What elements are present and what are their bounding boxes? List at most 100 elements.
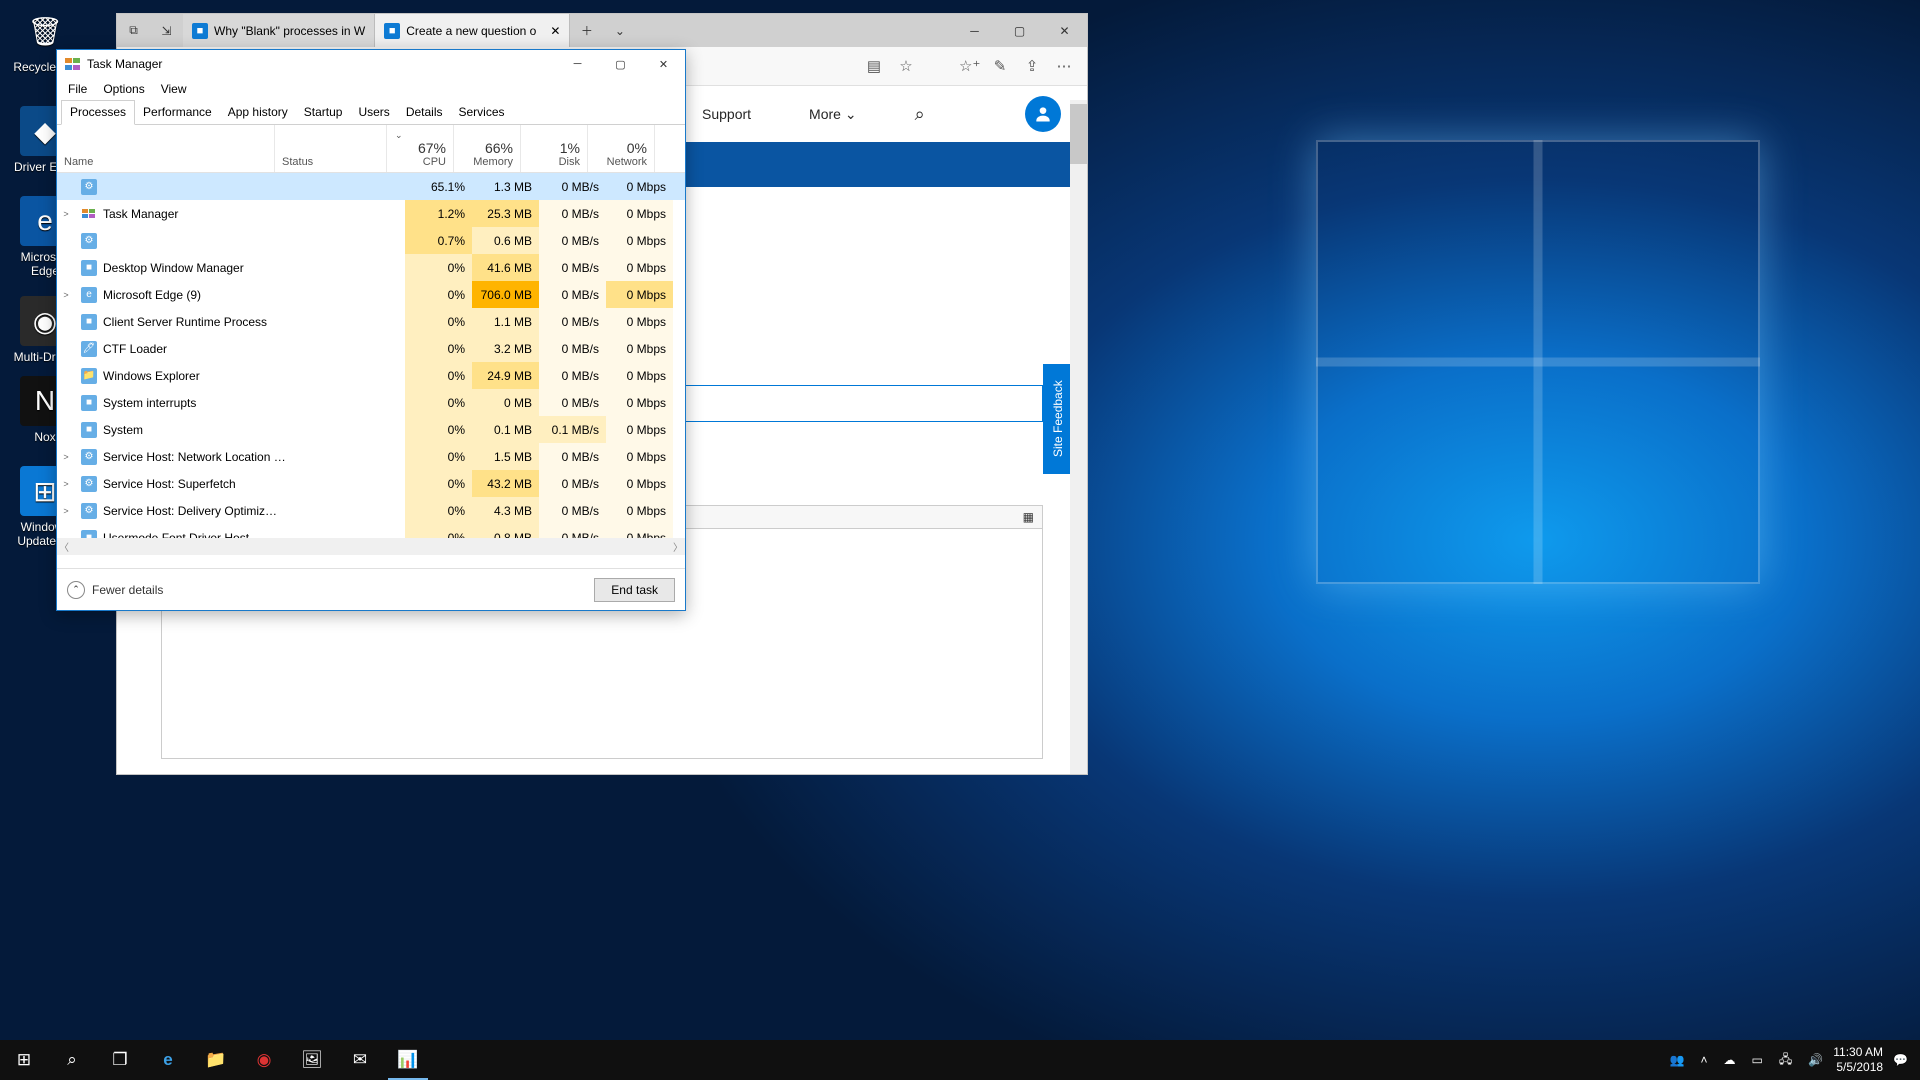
process-row[interactable]: >Task Manager1.2%25.3 MB0 MB/s0 Mbps (57, 200, 685, 227)
task-view-button[interactable]: ❐ (96, 1040, 144, 1080)
task-manager-window: Task Manager ─ ▢ ✕ File Options View Proce… (56, 49, 686, 611)
browser-tab[interactable]: ■Create a new question o✕ (375, 14, 570, 47)
expand-chevron-icon[interactable]: > (57, 506, 75, 516)
process-icon: 🖊 (81, 341, 97, 357)
tab-app-history[interactable]: App history (220, 101, 296, 124)
process-icon: ⚙ (81, 503, 97, 519)
process-row[interactable]: >eMicrosoft Edge (9)0%706.0 MB0 MB/s0 Mb… (57, 281, 685, 308)
process-name: Service Host: Superfetch (103, 477, 236, 491)
nav-more[interactable]: More ⌄ (809, 106, 857, 123)
process-row[interactable]: ⚙0.7%0.6 MB0 MB/s0 Mbps (57, 227, 685, 254)
taskbar-edge[interactable]: e (144, 1040, 192, 1080)
task-manager-icon (65, 58, 81, 70)
tray-chevron-icon[interactable]: ˄ (1695, 1053, 1714, 1067)
browser-tab[interactable]: ■Why "Blank" processes in W (183, 14, 375, 47)
process-name: Microsoft Edge (9) (103, 288, 201, 302)
taskbar-clock[interactable]: 11:30 AM5/5/2018 (1833, 1045, 1883, 1075)
process-name: Desktop Window Manager (103, 261, 244, 275)
process-row[interactable]: ⚙65.1%1.3 MB0 MB/s0 Mbps (57, 173, 685, 200)
search-icon[interactable]: ⌕ (915, 104, 925, 125)
end-task-button[interactable]: End task (594, 578, 675, 602)
battery-icon[interactable]: ▭ (1746, 1053, 1769, 1067)
edge-maximize-button[interactable]: ▢ (997, 14, 1042, 47)
process-icon: ■ (81, 530, 97, 539)
tab-performance[interactable]: Performance (135, 101, 220, 124)
edge-tab-strip: ⧉ ⇲ ■Why "Blank" processes in W■Create a… (117, 14, 1087, 47)
tab-startup[interactable]: Startup (296, 101, 351, 124)
network-icon[interactable]: 🖧 (1773, 1050, 1798, 1071)
taskbar-taskmgr[interactable]: 📊 (384, 1040, 432, 1080)
chevron-down-icon: ⌄ (845, 106, 857, 122)
process-row[interactable]: >⚙Service Host: Superfetch0%43.2 MB0 MB/… (57, 470, 685, 497)
process-name: System (103, 423, 143, 437)
tm-close-button[interactable]: ✕ (642, 50, 685, 78)
close-tab-icon[interactable]: ✕ (550, 24, 560, 38)
process-icon: 📁 (81, 368, 97, 384)
people-icon[interactable]: 👥 (1664, 1053, 1691, 1067)
expand-chevron-icon[interactable]: > (57, 209, 75, 219)
process-row[interactable]: ■System interrupts0%0 MB0 MB/s0 Mbps (57, 389, 685, 416)
process-row[interactable]: 🖊CTF Loader0%3.2 MB0 MB/s0 Mbps (57, 335, 685, 362)
more-icon[interactable]: ⋯ (1055, 57, 1073, 75)
process-row[interactable]: 📁Windows Explorer0%24.9 MB0 MB/s0 Mbps (57, 362, 685, 389)
taskbar: ⊞ ⌕ ❐ e 📁 ◉ 🖼 ✉ 📊 👥 ˄ ☁ ▭ 🖧 🔊 11:30 AM5/… (0, 1040, 1920, 1080)
tm-maximize-button[interactable]: ▢ (599, 50, 642, 78)
tab-users[interactable]: Users (350, 101, 397, 124)
tab-menu-icon[interactable]: ⌄ (603, 14, 636, 47)
process-name: Windows Explorer (103, 369, 200, 383)
process-list[interactable]: ⚙65.1%1.3 MB0 MB/s0 Mbps>Task Manager1.2… (57, 173, 685, 538)
edge-scrollbar[interactable] (1070, 100, 1087, 774)
menu-view[interactable]: View (161, 82, 187, 96)
action-center-icon[interactable]: 💬 (1887, 1053, 1914, 1067)
search-button[interactable]: ⌕ (48, 1040, 96, 1080)
process-name: CTF Loader (103, 342, 167, 356)
taskbar-app1[interactable]: ◉ (240, 1040, 288, 1080)
horizontal-scrollbar[interactable]: 〈〉 (57, 538, 685, 555)
process-icon: ■ (81, 314, 97, 330)
favorites-hub-icon[interactable]: ☆⁺ (959, 57, 977, 75)
edge-minimize-button[interactable]: ─ (952, 14, 997, 47)
volume-icon[interactable]: 🔊 (1802, 1053, 1829, 1067)
menu-file[interactable]: File (68, 82, 87, 96)
fewer-details-toggle[interactable]: ⌃ Fewer details (67, 581, 163, 599)
taskbar-app2[interactable]: 🖼 (288, 1040, 336, 1080)
process-name: Usermode Font Driver Host (103, 531, 249, 539)
tab-services[interactable]: Services (451, 101, 513, 124)
expand-chevron-icon[interactable]: > (57, 452, 75, 462)
tm-titlebar[interactable]: Task Manager ─ ▢ ✕ (57, 50, 685, 78)
account-avatar[interactable] (1025, 96, 1061, 132)
tabs-preview-icon[interactable]: ⇲ (150, 14, 183, 47)
start-button[interactable]: ⊞ (0, 1040, 48, 1080)
process-row[interactable]: >⚙Service Host: Delivery Optimiz…0%4.3 M… (57, 497, 685, 524)
expand-chevron-icon[interactable]: > (57, 479, 75, 489)
tab-processes[interactable]: Processes (61, 100, 135, 125)
taskbar-explorer[interactable]: 📁 (192, 1040, 240, 1080)
onedrive-icon[interactable]: ☁ (1718, 1053, 1742, 1067)
edge-close-button[interactable]: ✕ (1042, 14, 1087, 47)
tm-minimize-button[interactable]: ─ (556, 50, 599, 78)
tabs-aside-icon[interactable]: ⧉ (117, 14, 150, 47)
site-feedback-tab[interactable]: Site Feedback (1043, 364, 1073, 474)
tab-details[interactable]: Details (398, 101, 451, 124)
notes-icon[interactable]: ✎ (991, 57, 1009, 75)
tm-column-headers[interactable]: ⌄ Name Status 67%CPU 66%Memory 1%Disk 0%… (57, 125, 685, 173)
process-icon: ■ (81, 422, 97, 438)
share-icon[interactable]: ⇪ (1023, 57, 1041, 75)
taskbar-mail[interactable]: ✉ (336, 1040, 384, 1080)
process-icon: ⚙ (81, 233, 97, 249)
reading-view-icon[interactable]: ▤ (865, 57, 883, 75)
favorite-star-icon[interactable]: ☆ (897, 57, 915, 75)
menu-options[interactable]: Options (103, 82, 144, 96)
expand-chevron-icon[interactable]: > (57, 290, 75, 300)
nav-support[interactable]: Support (702, 106, 751, 122)
favicon-icon: ■ (192, 23, 208, 39)
tm-tabs: ProcessesPerformanceApp historyStartupUs… (57, 100, 685, 125)
process-row[interactable]: >⚙Service Host: Network Location …0%1.5 … (57, 443, 685, 470)
process-icon: ■ (81, 260, 97, 276)
process-row[interactable]: ■Client Server Runtime Process0%1.1 MB0 … (57, 308, 685, 335)
process-row[interactable]: ■Usermode Font Driver Host0%0.8 MB0 MB/s… (57, 524, 685, 538)
new-tab-button[interactable]: ＋ (570, 14, 603, 47)
process-row[interactable]: ■Desktop Window Manager0%41.6 MB0 MB/s0 … (57, 254, 685, 281)
process-row[interactable]: ■System0%0.1 MB0.1 MB/s0 Mbps (57, 416, 685, 443)
process-name: Task Manager (103, 207, 178, 221)
